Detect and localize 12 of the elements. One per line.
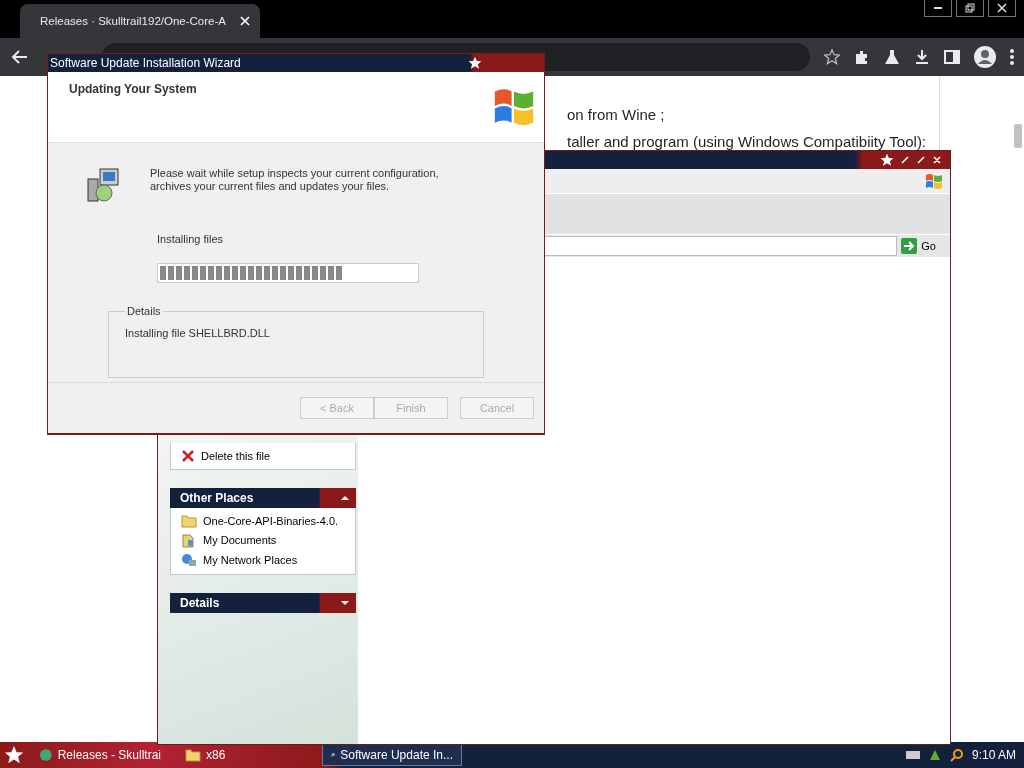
wizard-message: Please wait while setup inspects your current configuration, archives your current files and updates your files.: [150, 167, 440, 193]
group-label: Details: [126, 305, 162, 317]
panel-title: Details: [180, 596, 220, 610]
panel-title: Other Places: [180, 491, 254, 505]
clock: 9:10 AM: [971, 748, 1016, 762]
window-title: Software Update Installation Wizard: [50, 56, 241, 70]
wizard-heading: Updating Your System: [69, 82, 197, 98]
page-text: taller and program (using Windows Compatibiity Tool):: [567, 133, 928, 150]
page-text: on from Wine ;: [567, 106, 666, 123]
detail-text: Installing file SHELLBRD.DLL: [125, 327, 270, 339]
status-label: Installing files: [157, 233, 225, 245]
tab-title: Releases · Skulltrail192/One-Core-A: [40, 15, 226, 27]
